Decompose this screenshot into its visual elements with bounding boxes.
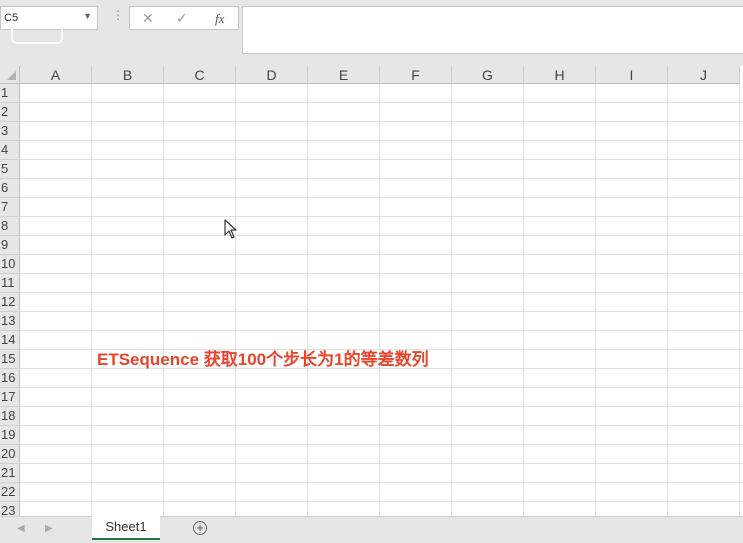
column-header[interactable]: G xyxy=(452,66,524,84)
gridline-horizontal xyxy=(20,311,743,312)
add-sheet-icon[interactable]: + xyxy=(193,521,207,535)
gridline-horizontal xyxy=(20,273,743,274)
scroll-left-icon[interactable]: ◀ xyxy=(17,523,25,534)
row-header[interactable]: 12 xyxy=(0,293,20,312)
row-header[interactable]: 13 xyxy=(0,312,20,331)
gridline-horizontal xyxy=(20,406,743,407)
gridline-vertical xyxy=(523,84,524,516)
insert-function-icon[interactable]: fx xyxy=(215,11,224,27)
gridline-horizontal xyxy=(20,444,743,445)
column-header[interactable]: H xyxy=(524,66,596,84)
gridline-horizontal xyxy=(20,235,743,236)
row-header[interactable]: 7 xyxy=(0,198,20,217)
gridline-horizontal xyxy=(20,216,743,217)
gridline-vertical xyxy=(451,84,452,516)
sheet-tab-bar: ◀ ▶ Sheet1 + xyxy=(0,516,743,543)
gridline-vertical xyxy=(91,84,92,516)
row-header[interactable]: 15 xyxy=(0,350,20,369)
row-header[interactable]: 21 xyxy=(0,464,20,483)
row-header[interactable]: 19 xyxy=(0,426,20,445)
gridline-horizontal xyxy=(20,292,743,293)
row-header[interactable]: 10 xyxy=(0,255,20,274)
gridline-horizontal xyxy=(20,463,743,464)
row-header[interactable]: 3 xyxy=(0,122,20,141)
select-all-button[interactable] xyxy=(0,66,20,84)
row-header[interactable]: 14 xyxy=(0,331,20,350)
gridline-horizontal xyxy=(20,330,743,331)
cancel-icon[interactable]: ✕ xyxy=(142,10,154,27)
gridline-horizontal xyxy=(20,197,743,198)
worksheet-grid[interactable]: ABCDEFGHIJ 1 2 3 4 5 6 7 8 9 10 11 12 13 14 15 16 17 18 19… xyxy=(0,66,743,516)
scroll-right-icon[interactable]: ▶ xyxy=(45,523,53,534)
menu-kebab-icon[interactable]: ⋮ xyxy=(112,9,124,21)
row-header[interactable]: 9 xyxy=(0,236,20,255)
row-header[interactable]: 6 xyxy=(0,179,20,198)
logo-watermark xyxy=(11,24,63,44)
gridline-horizontal xyxy=(20,254,743,255)
row-header[interactable]: 22 xyxy=(0,483,20,502)
gridline-vertical xyxy=(667,84,668,516)
gridline-horizontal xyxy=(20,425,743,426)
row-header[interactable]: 18 xyxy=(0,407,20,426)
gridline-vertical xyxy=(235,84,236,516)
gridline-horizontal xyxy=(20,178,743,179)
gridline-vertical xyxy=(379,84,380,516)
enter-check-icon[interactable]: ✓ xyxy=(176,10,188,27)
column-header[interactable]: C xyxy=(164,66,236,84)
sheet-tab-active[interactable]: Sheet1 xyxy=(92,516,160,540)
gridline-horizontal xyxy=(20,102,743,103)
column-header[interactable]: A xyxy=(20,66,92,84)
gridline-vertical xyxy=(739,84,740,516)
chevron-down-icon[interactable]: ▼ xyxy=(83,11,92,21)
row-header[interactable]: 20 xyxy=(0,445,20,464)
gridline-horizontal xyxy=(20,140,743,141)
row-header[interactable]: 8 xyxy=(0,217,20,236)
gridline-horizontal xyxy=(20,159,743,160)
row-header[interactable]: 1 xyxy=(0,84,20,103)
formula-buttons: ✕ ✓ fx xyxy=(129,6,239,30)
name-box-value: C5 xyxy=(4,12,19,24)
column-header[interactable]: E xyxy=(308,66,380,84)
row-header[interactable]: 16 xyxy=(0,369,20,388)
gridline-horizontal xyxy=(20,121,743,122)
row-header[interactable]: 5 xyxy=(0,160,20,179)
column-header[interactable]: I xyxy=(596,66,668,84)
gridline-horizontal xyxy=(20,482,743,483)
column-header[interactable]: D xyxy=(236,66,308,84)
gridline-vertical xyxy=(595,84,596,516)
column-header[interactable]: J xyxy=(668,66,740,84)
gridline-horizontal xyxy=(20,501,743,502)
column-header[interactable]: F xyxy=(380,66,452,84)
row-header[interactable]: 4 xyxy=(0,141,20,160)
formula-input[interactable] xyxy=(242,6,743,54)
row-header[interactable]: 11 xyxy=(0,274,20,293)
gridline-vertical xyxy=(163,84,164,516)
row-header[interactable]: 23 xyxy=(0,502,20,516)
row-header[interactable]: 17 xyxy=(0,388,20,407)
formula-bar-area: C5 ▼ ⋮ ✕ ✓ fx xyxy=(0,0,743,66)
overlay-caption: ETSequence 获取100个步长为1的等差数列 xyxy=(97,350,429,369)
gridline-vertical xyxy=(307,84,308,516)
column-header[interactable]: B xyxy=(92,66,164,84)
mouse-pointer-icon xyxy=(224,219,237,239)
gridline-horizontal xyxy=(20,387,743,388)
row-header[interactable]: 2 xyxy=(0,103,20,122)
